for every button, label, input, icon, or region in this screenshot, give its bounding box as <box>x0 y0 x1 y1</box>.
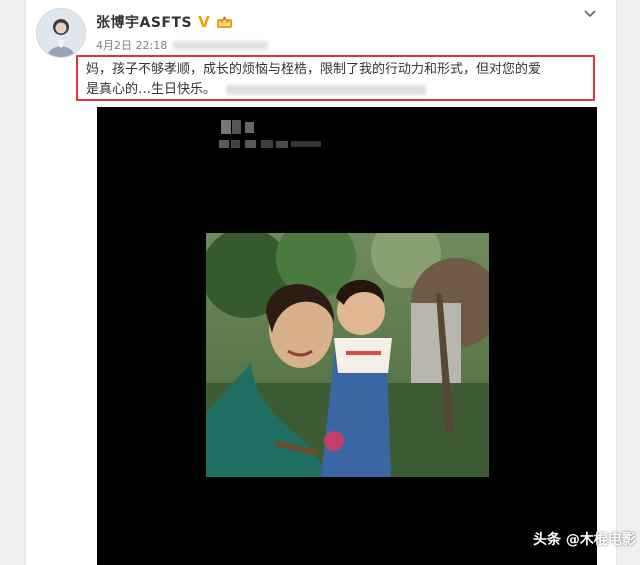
family-photo <box>206 233 489 477</box>
blurred-caption <box>219 120 321 148</box>
timestamp[interactable]: 4月2日 22:18 <box>96 37 167 53</box>
post-image[interactable] <box>97 107 597 565</box>
blurred-mention <box>226 84 427 95</box>
avatar-icon <box>37 9 85 57</box>
verified-badge-icon: V <box>198 12 210 31</box>
post-text-line-1: 妈，孩子不够孝顺，成长的烦恼与桎梏，限制了我的行动力和形式，但对您的爱 <box>86 62 542 77</box>
username[interactable]: 张博宇ASFTS <box>96 12 192 32</box>
post-text-line-2-text: 是真心的…生日快乐。 <box>86 82 217 97</box>
chevron-down-icon[interactable] <box>582 6 598 22</box>
crown-icon <box>216 16 232 28</box>
name-row: 张博宇ASFTS V <box>96 12 233 32</box>
blurred-source <box>173 40 269 50</box>
post-meta: 4月2日 22:18 <box>96 37 269 53</box>
post-text-highlight: 妈，孩子不够孝顺，成长的烦恼与桎梏，限制了我的行动力和形式，但对您的爱 是真心的… <box>76 55 595 101</box>
avatar[interactable] <box>36 8 86 58</box>
post-text-line-2: 是真心的…生日快乐。 <box>86 80 585 100</box>
weibo-post-card: 张博宇ASFTS V 4月2日 22:18 妈，孩子不够孝顺，成长的烦恼与桎梏，… <box>25 0 636 565</box>
watermark: 头条 @木棍电影 <box>533 532 636 548</box>
